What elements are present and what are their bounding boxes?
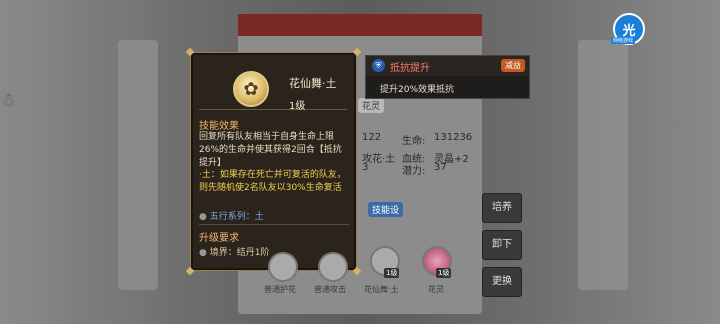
buff-description: 提升20%效果抵抗 bbox=[380, 85, 455, 95]
bottom-skill-2-icon[interactable] bbox=[318, 252, 348, 282]
stat-row3-left: 3 bbox=[362, 162, 369, 173]
shield-icon: ⛨ bbox=[372, 59, 385, 72]
upgrade-requirement-text: 境界：结丹1阶 bbox=[209, 248, 270, 258]
skill-setting-button[interactable]: 技能设 bbox=[368, 202, 404, 217]
effect-description: 回复所有队友相当于自身生命上限26%的生命并使其获得2回合【抵抗提升】 bbox=[199, 132, 342, 168]
bottom-skill-4-level: 1级 bbox=[436, 268, 452, 278]
skill-name: 花仙舞·土 bbox=[289, 77, 337, 90]
cultivate-button[interactable]: 培养 bbox=[482, 193, 522, 223]
buff-header: ⛨ 抵抗提升 减益 bbox=[366, 56, 529, 76]
buff-tooltip: ⛨ 抵抗提升 减益 提升20%效果抵抗 bbox=[365, 55, 530, 99]
bottom-skill-1-label: 普通护花 bbox=[264, 285, 296, 294]
panel-chip: 花灵 bbox=[358, 98, 385, 113]
flower-dance-icon: ✿ bbox=[233, 71, 269, 107]
bg-right-column bbox=[578, 40, 628, 290]
skill-tooltip: ✿ 花仙舞·土 1级 技能效果 回复所有队友相当于自身生命上限26%的生命并使其… bbox=[185, 47, 362, 276]
unequip-button[interactable]: 卸下 bbox=[482, 230, 522, 260]
bottom-skill-1-icon[interactable] bbox=[268, 252, 298, 282]
bg-left-column bbox=[118, 40, 158, 290]
bullet-icon: ● bbox=[199, 212, 210, 222]
tooltip-header: ✿ 花仙舞·土 1级 bbox=[199, 61, 347, 112]
buff-title: 抵抗提升 bbox=[390, 63, 430, 74]
element-series-text: 五行系列：土 bbox=[209, 212, 264, 222]
extra-description: ·土：如果存在死亡并可复活的队友，则先随机使2名队友以30%生命复活 bbox=[199, 170, 346, 193]
effect-title: 技能效果 bbox=[199, 121, 239, 132]
stat-row3-label: 潜力: bbox=[402, 166, 426, 177]
upgrade-title: 升级要求 bbox=[199, 233, 239, 244]
bottom-skill-2-label: 普通攻击 bbox=[314, 285, 346, 294]
upgrade-requirement: ● 境界：结丹1阶 bbox=[199, 245, 269, 258]
element-series: ● 五行系列：土 bbox=[199, 209, 264, 222]
left-mascot-icon: ☃ bbox=[0, 90, 17, 111]
stat-row3-value: 37 bbox=[434, 162, 447, 173]
buff-badge: 减益 bbox=[501, 59, 525, 72]
stat-row1-value: 131236 bbox=[434, 132, 473, 143]
stat-row1-label: 生命: bbox=[402, 136, 426, 147]
stat-row1-left: 122 bbox=[362, 132, 382, 143]
bottom-skill-3-label: 花仙舞·土 bbox=[364, 285, 399, 294]
panel-header bbox=[238, 14, 482, 36]
replace-button[interactable]: 更换 bbox=[482, 267, 522, 297]
bullet-icon: ● bbox=[199, 248, 210, 258]
divider bbox=[199, 224, 349, 225]
bottom-skill-3-level: 1级 bbox=[384, 268, 400, 278]
skill-level: 1级 bbox=[289, 101, 306, 112]
bottom-skill-4-label: 花灵 bbox=[428, 285, 444, 294]
game-logo-sub: 网络游戏 bbox=[611, 37, 636, 44]
